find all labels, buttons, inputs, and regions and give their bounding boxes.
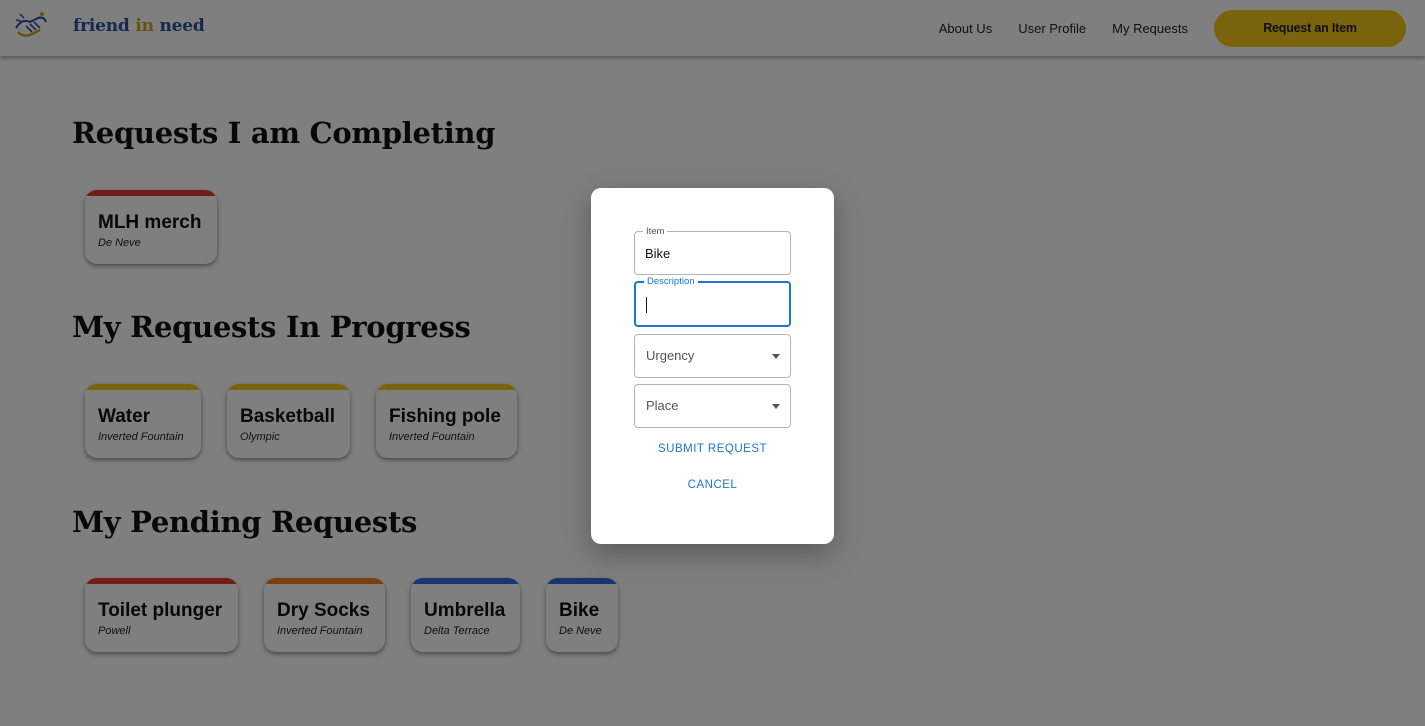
item-field-value: Bike (645, 246, 671, 261)
dropdown-arrow-icon (772, 354, 780, 359)
description-field[interactable]: Description (634, 276, 791, 327)
text-caret (646, 297, 647, 313)
description-field-label: Description (644, 276, 698, 287)
submit-request-button[interactable]: SUBMIT REQUEST (591, 443, 834, 455)
item-field-label: Item (643, 226, 668, 237)
cancel-button[interactable]: CANCEL (591, 479, 834, 491)
dropdown-arrow-icon (772, 404, 780, 409)
place-select[interactable]: Place (634, 384, 791, 428)
urgency-select-placeholder: Urgency (646, 348, 695, 363)
urgency-select[interactable]: Urgency (634, 334, 791, 378)
place-select-placeholder: Place (646, 398, 679, 413)
item-field[interactable]: Item Bike (634, 226, 791, 275)
request-item-dialog: Item Bike Description Urgency Place SUBM… (591, 188, 834, 544)
